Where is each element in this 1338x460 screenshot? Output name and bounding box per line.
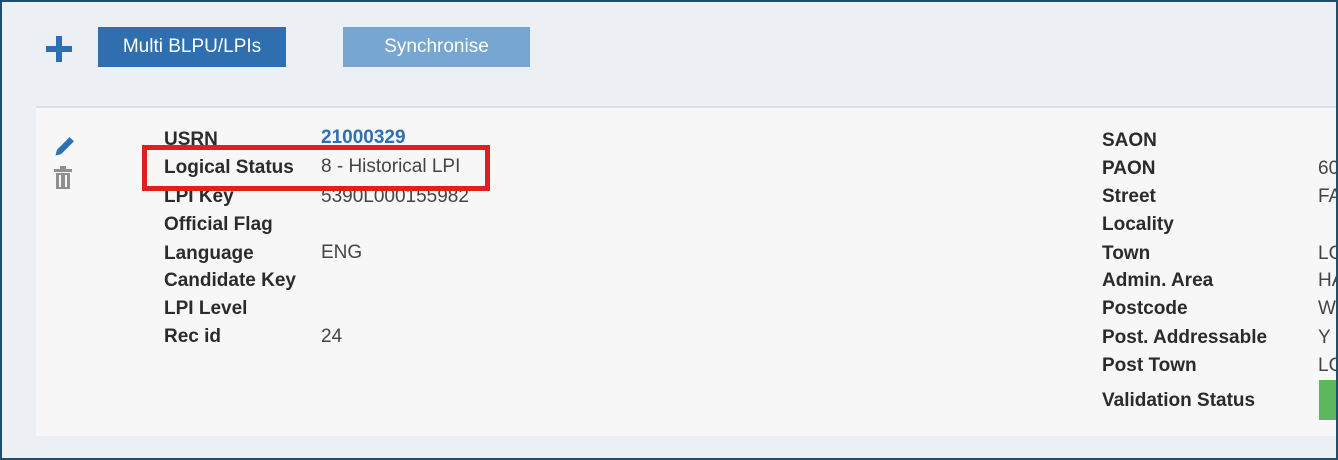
admin-area-label: Admin. Area [1102, 270, 1214, 291]
rec-id-label: Rec id [164, 326, 222, 347]
language-label: Language [164, 243, 254, 264]
rec-id-value: 24 [321, 326, 343, 347]
lpi-details-panel: USRN 21000329 Logical Status 8 - Histori… [36, 106, 1338, 436]
language-value: ENG [321, 242, 363, 263]
logical-status-value: 8 - Historical LPI [321, 156, 461, 177]
locality-label: Locality [1102, 214, 1174, 235]
candidate-key-label: Candidate Key [164, 270, 296, 291]
usrn-label: USRN [164, 129, 218, 150]
saon-label: SAON [1102, 130, 1157, 151]
post-addressable-label: Post. Addressable [1102, 327, 1268, 348]
post-addressable-value: Y [1318, 327, 1331, 348]
postcode-label: Postcode [1102, 298, 1188, 319]
street-value: FA [1318, 186, 1336, 207]
logical-status-label: Logical Status [164, 157, 294, 178]
trash-icon[interactable] [53, 166, 73, 190]
postcode-value: W [1318, 298, 1336, 319]
usrn-value[interactable]: 21000329 [321, 126, 406, 150]
lpi-key-label: LPI Key [164, 186, 234, 207]
validation-status-badge [1319, 380, 1336, 420]
paon-label: PAON [1102, 158, 1156, 179]
lpi-key-value: 5390L000155982 [321, 186, 469, 207]
plus-icon[interactable] [46, 36, 72, 62]
street-label: Street [1102, 186, 1156, 207]
pencil-icon[interactable] [51, 134, 77, 160]
official-flag-label: Official Flag [164, 214, 273, 235]
town-label: Town [1102, 243, 1151, 264]
post-town-value: LO [1318, 355, 1336, 376]
toolbar: Multi BLPU/LPIs Synchronise [2, 2, 1336, 106]
post-town-label: Post Town [1102, 355, 1197, 376]
paon-value: 60 [1318, 158, 1338, 179]
multi-blpu-lpis-button[interactable]: Multi BLPU/LPIs [98, 27, 286, 67]
window-frame: Multi BLPU/LPIs Synchronise USRN 2100032… [0, 0, 1338, 460]
validation-status-label: Validation Status [1102, 390, 1256, 411]
lpi-level-label: LPI Level [164, 298, 248, 319]
admin-area-value: HA [1318, 270, 1336, 291]
town-value: LO [1318, 243, 1336, 264]
synchronise-button[interactable]: Synchronise [343, 27, 530, 67]
